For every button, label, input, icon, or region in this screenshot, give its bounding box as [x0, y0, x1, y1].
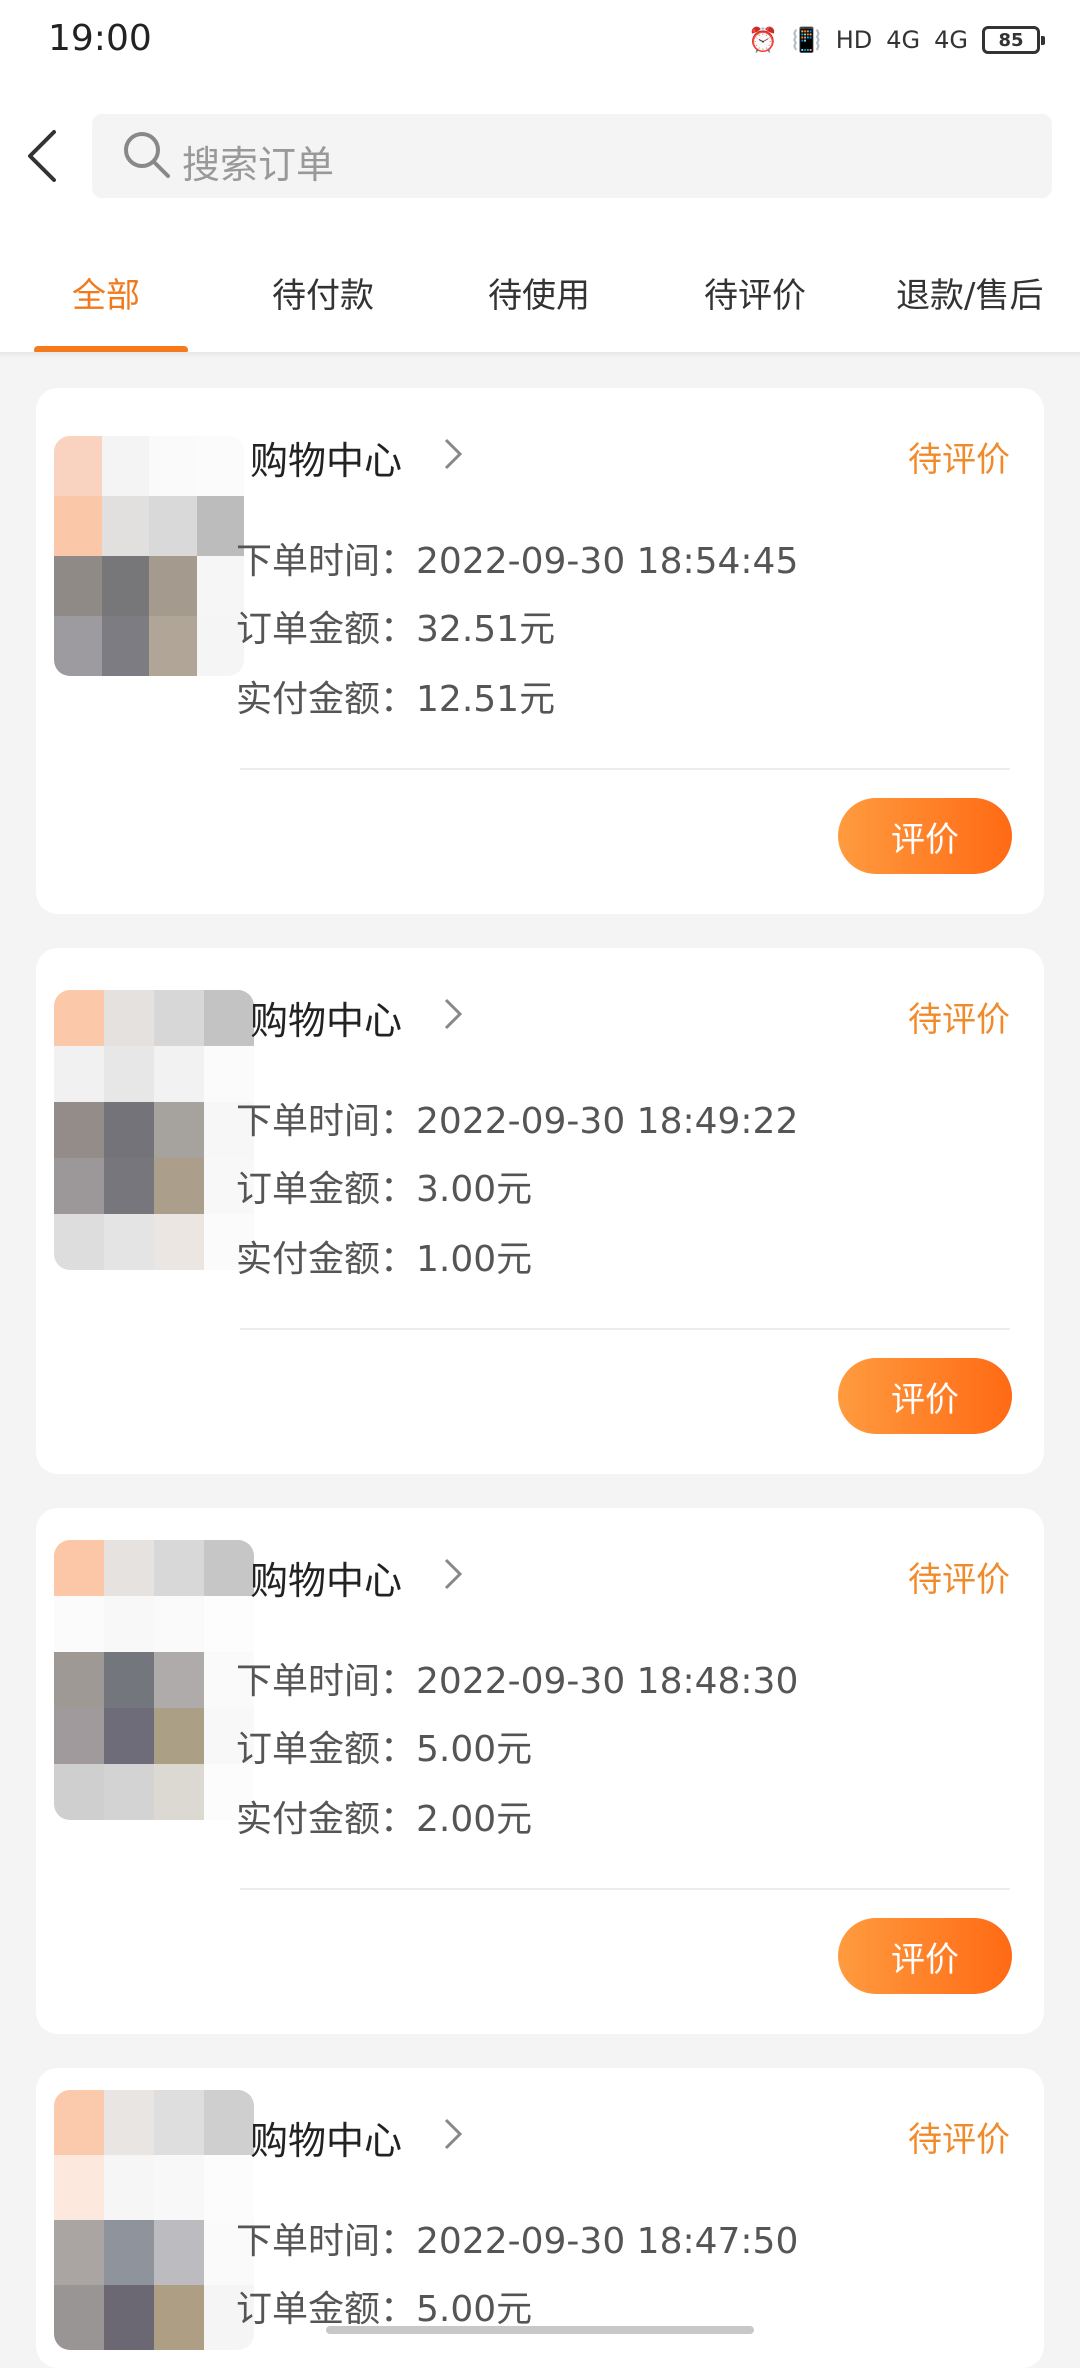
order-card[interactable]: 购物中心 待评价 下单时间：2022-09-30 18:48:30 订单金额：5… [36, 1508, 1044, 2034]
chevron-left-icon [28, 130, 56, 182]
shop-name[interactable]: 购物中心 [250, 430, 402, 485]
order-amount-row: 订单金额：32.51元 [236, 600, 555, 652]
order-amount: 3.00元 [416, 1169, 533, 1210]
top-bar: 19:00 ⏰ 📳 HD 4G 4G 85 搜索订单 全部 待付款 待使用 待评… [0, 0, 1080, 356]
vibrate-icon: 📳 [791, 26, 822, 54]
order-time-label: 下单时间： [236, 1661, 417, 1702]
paid-amount-row: 实付金额：2.00元 [236, 1790, 532, 1842]
battery-icon: 85 [982, 26, 1045, 54]
chevron-right-icon [444, 438, 463, 470]
product-thumbnail [54, 990, 254, 1270]
chevron-right-icon [444, 1558, 463, 1590]
order-time-row: 下单时间：2022-09-30 18:47:50 [236, 2212, 798, 2264]
review-button[interactable]: 评价 [838, 798, 1012, 874]
divider [240, 768, 1010, 770]
order-amount-label: 订单金额： [236, 2289, 417, 2330]
shop-name[interactable]: 购物中心 [250, 2110, 402, 2165]
status-bar: 19:00 ⏰ 📳 HD 4G 4G 85 [0, 0, 1080, 80]
order-card[interactable]: 购物中心 待评价 下单时间：2022-09-30 18:49:22 订单金额：3… [36, 948, 1044, 1474]
paid-amount-label: 实付金额： [236, 1239, 417, 1280]
order-time: 2022-09-30 18:47:50 [416, 2221, 799, 2262]
paid-amount-label: 实付金额： [236, 1799, 417, 1840]
order-amount: 5.00元 [416, 2289, 533, 2330]
paid-amount: 12.51元 [416, 679, 556, 720]
shop-name[interactable]: 购物中心 [250, 990, 402, 1045]
alarm-icon: ⏰ [747, 26, 778, 54]
tab-all[interactable]: 全部 [72, 268, 140, 317]
battery-level: 85 [998, 29, 1024, 51]
search-bar[interactable]: 搜索订单 [92, 114, 1052, 198]
order-time-row: 下单时间：2022-09-30 18:48:30 [236, 1652, 798, 1704]
chevron-right-icon [444, 2118, 463, 2150]
order-time-label: 下单时间： [236, 541, 417, 582]
order-amount-label: 订单金额： [236, 1729, 417, 1770]
order-amount: 32.51元 [416, 609, 556, 650]
tab-bar: 全部 待付款 待使用 待评价 退款/售后 [0, 256, 1080, 356]
order-time-label: 下单时间： [236, 1101, 417, 1142]
order-amount: 5.00元 [416, 1729, 533, 1770]
signal-4g-icon: 4G [934, 26, 968, 54]
tab-to-use[interactable]: 待使用 [488, 268, 590, 317]
order-time-row: 下单时间：2022-09-30 18:54:45 [236, 532, 798, 584]
search-input[interactable]: 搜索订单 [182, 134, 334, 189]
order-card[interactable]: 购物中心 待评价 下单时间：2022-09-30 18:47:50 订单金额：5… [36, 2068, 1044, 2368]
status-time: 19:00 [48, 18, 152, 59]
home-indicator[interactable] [326, 2326, 754, 2334]
paid-amount-row: 实付金额：1.00元 [236, 1230, 532, 1282]
review-button[interactable]: 评价 [838, 1358, 1012, 1434]
order-status: 待评价 [908, 440, 1010, 480]
chevron-right-icon [444, 998, 463, 1030]
product-thumbnail [54, 436, 244, 676]
status-icons: ⏰ 📳 HD 4G 4G 85 [747, 20, 1045, 60]
order-amount-label: 订单金额： [236, 609, 417, 650]
paid-amount-label: 实付金额： [236, 679, 417, 720]
order-amount-row: 订单金额：5.00元 [236, 2280, 532, 2332]
divider [240, 1888, 1010, 1890]
shop-name[interactable]: 购物中心 [250, 1550, 402, 1605]
paid-amount-row: 实付金额：12.51元 [236, 670, 555, 722]
order-amount-row: 订单金额：5.00元 [236, 1720, 532, 1772]
tab-refund[interactable]: 退款/售后 [896, 268, 1043, 317]
order-time-row: 下单时间：2022-09-30 18:49:22 [236, 1092, 798, 1144]
order-time-label: 下单时间： [236, 2221, 417, 2262]
product-thumbnail [54, 2090, 254, 2350]
order-status: 待评价 [908, 2120, 1010, 2160]
order-status: 待评价 [908, 1000, 1010, 1040]
order-time: 2022-09-30 18:48:30 [416, 1661, 799, 1702]
search-icon [124, 132, 170, 178]
order-amount-row: 订单金额：3.00元 [236, 1160, 532, 1212]
product-thumbnail [54, 1540, 254, 1820]
order-status: 待评价 [908, 1560, 1010, 1600]
order-time: 2022-09-30 18:49:22 [416, 1101, 799, 1142]
paid-amount: 2.00元 [416, 1799, 533, 1840]
divider [240, 1328, 1010, 1330]
review-button[interactable]: 评价 [838, 1918, 1012, 1994]
paid-amount: 1.00元 [416, 1239, 533, 1280]
tab-pending-payment[interactable]: 待付款 [272, 268, 374, 317]
back-button[interactable] [18, 120, 68, 190]
tab-to-review[interactable]: 待评价 [704, 268, 806, 317]
order-card[interactable]: 购物中心 待评价 下单时间：2022-09-30 18:54:45 订单金额：3… [36, 388, 1044, 914]
order-time: 2022-09-30 18:54:45 [416, 541, 799, 582]
divider [0, 352, 1080, 358]
order-amount-label: 订单金额： [236, 1169, 417, 1210]
signal-4g-icon: 4G [886, 26, 921, 54]
hd-icon: HD [835, 26, 873, 54]
